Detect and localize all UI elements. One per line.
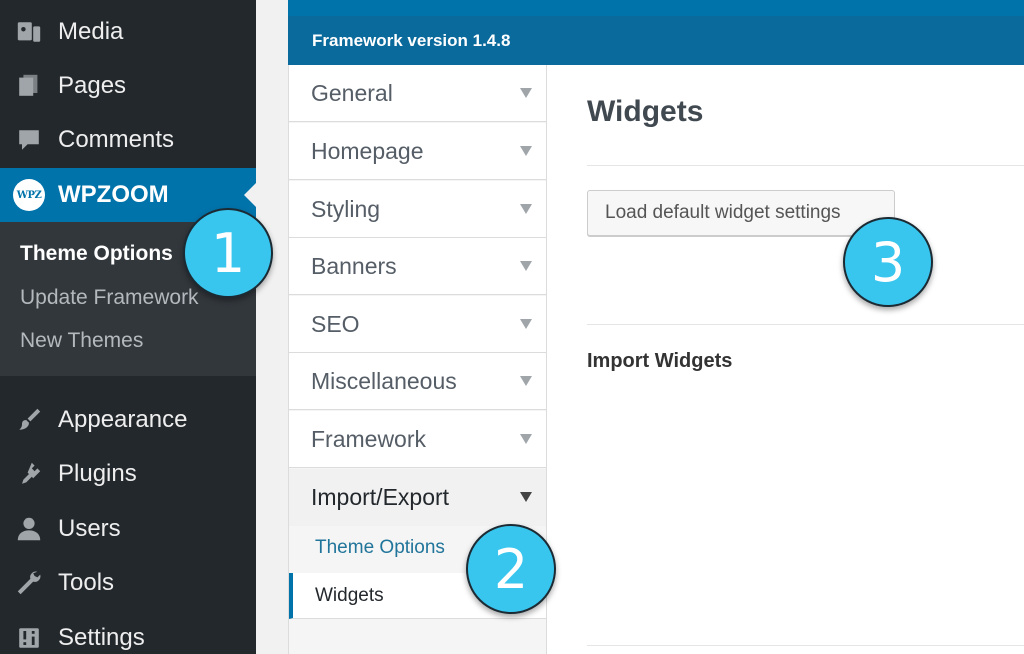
tab-framework[interactable]: Framework: [289, 411, 546, 468]
chevron-down-icon: [520, 146, 532, 156]
menu-item-media[interactable]: Media: [0, 5, 256, 59]
tab-label: General: [311, 79, 393, 106]
top-strip: [288, 0, 1024, 16]
step-marker-1: 1: [183, 208, 273, 298]
step-marker-3: 3: [843, 217, 933, 307]
plugins-icon: [0, 447, 58, 501]
menu-item-label: Settings: [58, 624, 145, 651]
tab-import-export[interactable]: Import/Export: [289, 469, 546, 526]
menu-item-users[interactable]: Users: [0, 502, 256, 556]
chevron-down-icon: [520, 261, 532, 271]
users-icon: [0, 502, 58, 556]
framework-version-bar: Framework version 1.4.8: [288, 16, 1024, 65]
page-title: Widgets: [587, 95, 704, 128]
step-marker-2: 2: [466, 524, 556, 614]
menu-item-comments[interactable]: Comments: [0, 113, 256, 167]
menu-item-settings[interactable]: Settings: [0, 611, 256, 654]
menu-item-pages[interactable]: Pages: [0, 59, 256, 113]
chevron-down-icon: [520, 204, 532, 214]
framework-version-label: Framework version 1.4.8: [312, 30, 511, 50]
menu-item-label: Tools: [58, 569, 115, 596]
admin-sidebar: Media Pages Comments WPZ WPZOOM Theme Op…: [0, 0, 256, 654]
tab-general[interactable]: General: [289, 65, 546, 122]
settings-sliders-icon: [0, 611, 58, 654]
divider: [587, 324, 1024, 325]
menu-item-label: Appearance: [58, 406, 188, 433]
tab-label: Framework: [311, 425, 427, 452]
tab-banners[interactable]: Banners: [289, 238, 546, 295]
divider: [587, 645, 1024, 646]
tab-label: Styling: [311, 195, 381, 222]
pages-icon: [0, 59, 58, 113]
menu-item-label: Users: [58, 515, 121, 542]
wpzoom-logo-icon: WPZ: [0, 168, 58, 222]
tab-label: Banners: [311, 252, 397, 279]
menu-item-label: Comments: [58, 126, 175, 153]
current-menu-arrow: [244, 183, 256, 207]
media-icon: [0, 5, 58, 59]
tab-miscellaneous[interactable]: Miscellaneous: [289, 353, 546, 410]
menu-item-appearance[interactable]: Appearance: [0, 393, 256, 447]
tab-label: Import/Export: [311, 484, 450, 510]
chevron-down-icon: [520, 434, 532, 444]
submenu-item-update-framework[interactable]: Update Framework: [20, 286, 199, 310]
chevron-down-icon: [520, 492, 532, 502]
tab-seo[interactable]: SEO: [289, 296, 546, 353]
tab-label: Homepage: [311, 137, 424, 164]
comments-icon: [0, 113, 58, 167]
tab-styling[interactable]: Styling: [289, 181, 546, 238]
menu-item-label: Plugins: [58, 460, 137, 487]
menu-item-label: Media: [58, 18, 124, 45]
menu-item-label: Pages: [58, 72, 127, 99]
tab-label: SEO: [311, 310, 360, 337]
menu-item-label: WPZOOM: [58, 181, 169, 208]
submenu-item-new-themes[interactable]: New Themes: [20, 329, 143, 353]
tools-wrench-icon: [0, 556, 58, 610]
menu-item-plugins[interactable]: Plugins: [0, 447, 256, 501]
import-widgets-heading: Import Widgets: [587, 350, 733, 372]
chevron-down-icon: [520, 376, 532, 386]
appearance-brush-icon: [0, 393, 58, 447]
widgets-content-panel: Widgets Load default widget settings Imp…: [547, 65, 1024, 654]
tab-homepage[interactable]: Homepage: [289, 123, 546, 180]
tab-label: Miscellaneous: [311, 367, 457, 394]
menu-item-tools[interactable]: Tools: [0, 556, 256, 610]
chevron-down-icon: [520, 88, 532, 98]
chevron-down-icon: [520, 319, 532, 329]
divider: [587, 165, 1024, 166]
load-default-widget-settings-button[interactable]: Load default widget settings: [587, 190, 895, 236]
submenu-item-theme-options[interactable]: Theme Options: [20, 242, 173, 266]
